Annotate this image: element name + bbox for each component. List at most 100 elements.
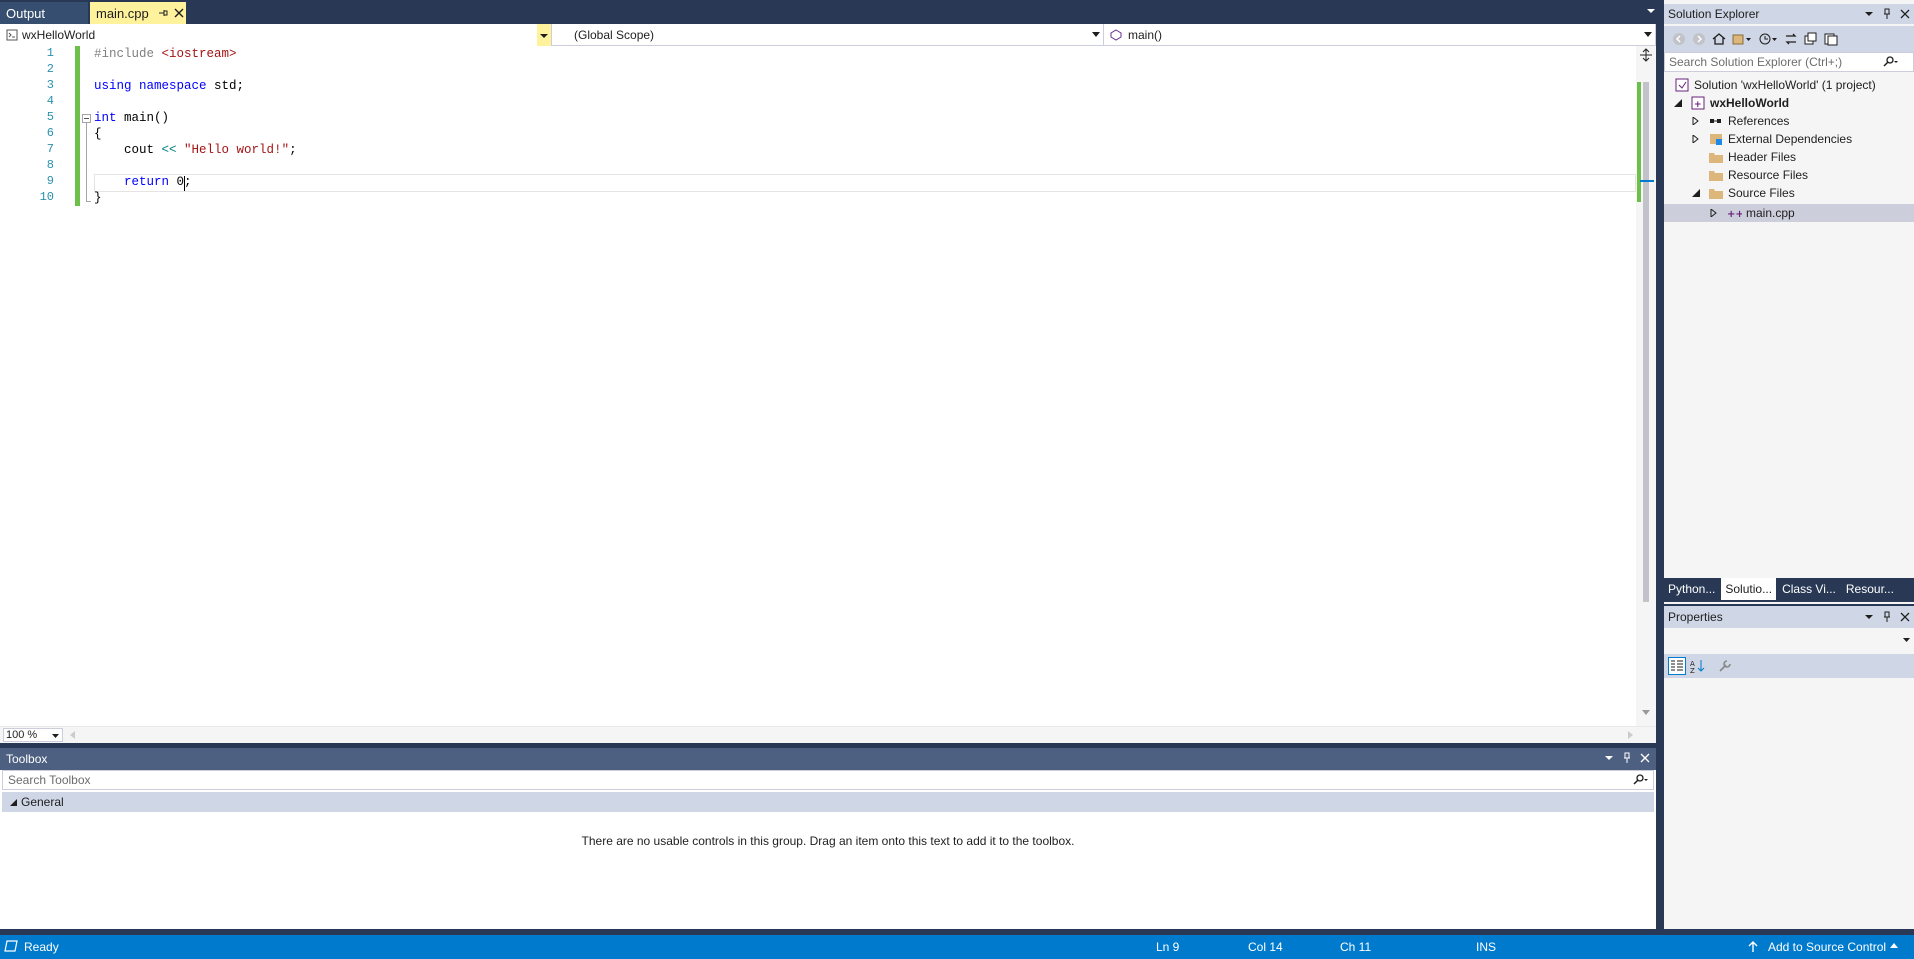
chevron-up-icon[interactable] bbox=[1890, 943, 1898, 949]
scroll-right-icon[interactable] bbox=[1628, 731, 1634, 739]
close-icon[interactable] bbox=[1640, 752, 1650, 764]
code-line[interactable]: return 0; bbox=[94, 174, 192, 190]
line-number: 2 bbox=[46, 62, 54, 76]
tree-item-references[interactable]: References bbox=[1692, 112, 1789, 130]
pin-icon[interactable] bbox=[157, 7, 169, 19]
navigation-bar: wxHelloWorld (Global Scope) main() bbox=[0, 24, 1656, 46]
collapse-all-icon[interactable] bbox=[1804, 32, 1818, 46]
collapsed-triangle-icon[interactable] bbox=[1692, 135, 1702, 143]
vertical-scrollbar[interactable] bbox=[1636, 46, 1656, 726]
solution-explorer-search-input[interactable]: Search Solution Explorer (Ctrl+;) bbox=[1664, 52, 1914, 72]
collapse-icon[interactable] bbox=[82, 114, 91, 123]
tree-item-header-files[interactable]: Header Files bbox=[1708, 148, 1796, 166]
close-icon[interactable] bbox=[173, 7, 185, 19]
solution-explorer-toolbar bbox=[1664, 26, 1914, 52]
chevron-down-icon bbox=[1903, 638, 1910, 643]
toolbox-search-input[interactable]: Search Toolbox bbox=[2, 770, 1654, 790]
output-window-icon[interactable] bbox=[4, 939, 18, 953]
status-insert-mode: INS bbox=[1476, 940, 1497, 954]
tab-output-label: Output bbox=[6, 5, 46, 21]
project-icon bbox=[6, 29, 18, 41]
expanded-triangle-icon[interactable] bbox=[1692, 189, 1702, 197]
collapsed-triangle-icon[interactable] bbox=[1692, 117, 1702, 125]
folder-icon bbox=[1708, 149, 1724, 165]
code-token: << bbox=[161, 143, 177, 157]
tree-label-external-dependencies: External Dependencies bbox=[1728, 132, 1853, 146]
chevron-down-icon[interactable] bbox=[1604, 752, 1614, 764]
code-token: "Hello world!" bbox=[184, 143, 290, 157]
search-icon[interactable] bbox=[1633, 774, 1649, 786]
tab-python-label: Python... bbox=[1668, 582, 1716, 596]
close-icon[interactable] bbox=[1900, 8, 1910, 20]
member-dropdown[interactable]: main() bbox=[1104, 24, 1656, 46]
toolbox-group-general[interactable]: General bbox=[2, 792, 1654, 812]
project-name: wxHelloWorld bbox=[22, 28, 96, 42]
status-ready: Ready bbox=[24, 940, 59, 954]
tree-item-resource-files[interactable]: Resource Files bbox=[1708, 166, 1808, 184]
chevron-down-icon[interactable] bbox=[1646, 6, 1656, 16]
property-pages-icon[interactable] bbox=[1718, 659, 1732, 673]
zoom-level: 100 % bbox=[6, 729, 38, 741]
scrollbar-thumb[interactable] bbox=[1643, 82, 1649, 602]
status-bar: Ready Ln 9 Col 14 Ch 11 INS Add to Sourc… bbox=[0, 935, 1914, 959]
code-line[interactable]: cout << "Hello world!"; bbox=[94, 142, 297, 158]
pin-icon[interactable] bbox=[1882, 611, 1892, 623]
switch-views-icon[interactable] bbox=[1732, 32, 1752, 46]
categorized-icon[interactable] bbox=[1668, 657, 1686, 675]
code-line[interactable]: using namespace std; bbox=[94, 78, 244, 94]
home-icon[interactable] bbox=[1712, 32, 1726, 46]
collapsed-triangle-icon[interactable] bbox=[1710, 209, 1720, 217]
tree-item-source-files[interactable]: Source Files bbox=[1692, 184, 1795, 202]
tab-output[interactable]: Output bbox=[0, 2, 88, 24]
chevron-down-icon[interactable] bbox=[1864, 611, 1874, 623]
properties-toolbar: AZ bbox=[1664, 654, 1914, 678]
chevron-down-icon[interactable] bbox=[1864, 8, 1874, 20]
code-line[interactable]: int main() bbox=[94, 110, 169, 126]
history-icon[interactable] bbox=[1758, 32, 1778, 46]
search-icon[interactable] bbox=[1883, 56, 1899, 68]
code-token: cout bbox=[94, 143, 162, 157]
tab-main-cpp[interactable]: main.cpp bbox=[90, 2, 186, 24]
expanded-triangle-icon[interactable] bbox=[1674, 99, 1684, 107]
properties-title-bar: Properties bbox=[1664, 606, 1914, 628]
tree-item-solution[interactable]: Solution 'wxHelloWorld' (1 project) bbox=[1674, 76, 1876, 94]
tree-item-project[interactable]: + wxHelloWorld bbox=[1674, 94, 1789, 112]
alphabetical-icon[interactable]: AZ bbox=[1690, 658, 1706, 674]
pin-icon[interactable] bbox=[1882, 8, 1892, 20]
code-line[interactable]: { bbox=[94, 126, 102, 142]
back-icon[interactable] bbox=[1672, 32, 1686, 46]
close-icon[interactable] bbox=[1900, 611, 1910, 623]
sync-icon[interactable] bbox=[1784, 32, 1798, 46]
pin-icon[interactable] bbox=[1622, 752, 1632, 764]
code-editor[interactable]: 1 2 3 4 5 6 7 8 9 10 #include <iostream> using nam… bbox=[0, 46, 1656, 726]
forward-icon[interactable] bbox=[1692, 32, 1706, 46]
tab-class-view[interactable]: Class Vi... bbox=[1778, 578, 1840, 600]
split-icon[interactable] bbox=[1639, 48, 1653, 62]
scope-dropdown[interactable]: (Global Scope) bbox=[552, 24, 1104, 46]
code-token: } bbox=[94, 191, 102, 205]
add-to-source-control-button[interactable]: Add to Source Control bbox=[1768, 940, 1886, 954]
scroll-left-icon[interactable] bbox=[70, 731, 76, 739]
line-number: 6 bbox=[46, 126, 54, 140]
project-dropdown[interactable]: wxHelloWorld bbox=[0, 24, 552, 46]
chevron-down-icon[interactable] bbox=[537, 24, 551, 46]
toolbox-empty-message: There are no usable controls in this gro… bbox=[581, 834, 1075, 848]
folder-icon bbox=[1708, 167, 1724, 183]
solution-explorer-search-placeholder: Search Solution Explorer (Ctrl+;) bbox=[1669, 55, 1843, 69]
code-line[interactable]: } bbox=[94, 190, 102, 206]
document-tab-bar: Output main.cpp bbox=[0, 0, 1656, 24]
tab-solution-explorer[interactable]: Solutio... bbox=[1721, 578, 1777, 600]
properties-object-dropdown[interactable] bbox=[1664, 630, 1914, 650]
tab-resource-view[interactable]: Resour... bbox=[1842, 578, 1898, 600]
tree-item-external-dependencies[interactable]: External Dependencies bbox=[1692, 130, 1852, 148]
zoom-dropdown[interactable]: 100 % bbox=[3, 728, 63, 742]
show-all-files-icon[interactable] bbox=[1824, 32, 1838, 46]
tab-python[interactable]: Python... bbox=[1664, 578, 1719, 600]
tree-item-main-cpp[interactable]: ++ main.cpp bbox=[1710, 204, 1795, 222]
line-number: 1 bbox=[46, 46, 54, 60]
solution-tree: Solution 'wxHelloWorld' (1 project) + wx… bbox=[1664, 76, 1914, 576]
code-line[interactable]: #include <iostream> bbox=[94, 46, 237, 62]
scope-label: (Global Scope) bbox=[574, 28, 655, 42]
line-number-gutter: 1 2 3 4 5 6 7 8 9 10 bbox=[0, 46, 64, 726]
scroll-down-icon[interactable] bbox=[1642, 710, 1650, 716]
